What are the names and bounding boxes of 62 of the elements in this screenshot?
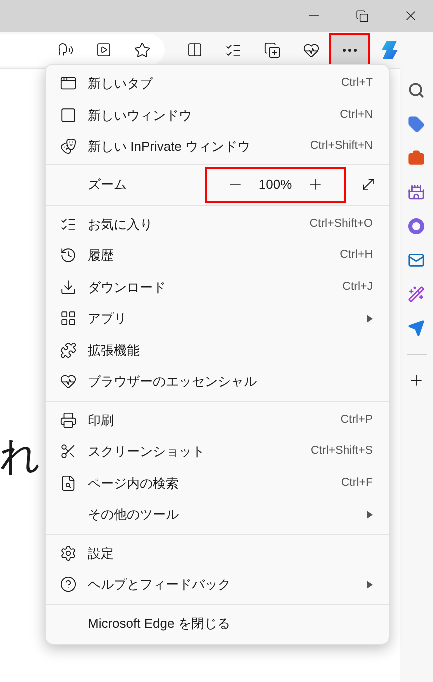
ellipsis-icon <box>342 48 356 52</box>
video-icon[interactable] <box>96 42 112 58</box>
shortcut-text: Ctrl+Shift+S <box>311 444 373 460</box>
collections-icon[interactable] <box>264 42 281 58</box>
send-icon[interactable] <box>408 320 425 337</box>
zoom-in-icon[interactable] <box>307 176 324 193</box>
zoom-label: ズーム <box>88 176 128 194</box>
wand-icon[interactable] <box>408 286 425 303</box>
menu-item[interactable]: 設定 <box>46 538 389 569</box>
heart-pulse-icon[interactable] <box>303 42 320 58</box>
menu-item[interactable]: その他のツール <box>46 499 389 530</box>
address-bar[interactable] <box>0 34 165 66</box>
zoom-value: 100% <box>258 176 292 194</box>
fullscreen-icon[interactable] <box>360 176 377 193</box>
briefcase-icon[interactable] <box>408 150 425 167</box>
menu-item[interactable]: ヘルプとフィードバック <box>46 569 389 600</box>
apps-icon <box>60 310 77 328</box>
scissors-icon <box>60 443 77 460</box>
shortcut-text: Ctrl+H <box>340 248 373 264</box>
window-icon <box>60 106 77 124</box>
shortcut-text: Ctrl+Shift+O <box>310 216 373 232</box>
shortcut-text: Ctrl+N <box>340 108 373 123</box>
menu-item[interactable]: 新しい InPrivate ウィンドウ Ctrl+Shift+N <box>46 131 389 162</box>
more-button[interactable] <box>329 33 370 67</box>
chess-icon[interactable] <box>408 184 425 201</box>
help-icon <box>60 576 77 594</box>
history-icon <box>60 247 77 264</box>
menu-item[interactable]: 印刷 Ctrl+P <box>46 404 389 436</box>
menu-item[interactable]: お気に入り Ctrl+Shift+O <box>46 208 389 240</box>
shortcut-text: Ctrl+T <box>341 76 373 92</box>
shortcut-text: Ctrl+Shift+N <box>310 139 373 154</box>
puzzle-icon <box>60 342 77 359</box>
menu-item[interactable]: ページ内の検索 Ctrl+F <box>46 468 389 499</box>
settings-icon <box>60 544 77 562</box>
shortcut-text: Ctrl+F <box>341 476 373 491</box>
shortcut-text: Ctrl+J <box>342 280 373 295</box>
menu-item[interactable]: ブラウザーのエッセンシャル <box>46 366 389 398</box>
menu-item[interactable]: 履歴 Ctrl+H <box>46 240 389 272</box>
search-icon[interactable] <box>408 82 425 99</box>
menu-item[interactable]: スクリーンショット Ctrl+Shift+S <box>46 436 389 468</box>
add-icon[interactable] <box>408 372 425 389</box>
menu-item[interactable]: 新しいタブ Ctrl+T <box>46 68 389 100</box>
ring-logo-icon[interactable] <box>408 218 425 235</box>
heart-pulse-icon <box>60 373 77 390</box>
read-aloud-icon[interactable] <box>58 42 74 58</box>
find-icon <box>60 474 77 492</box>
menu-item[interactable]: 新しいウィンドウ Ctrl+N <box>46 100 389 131</box>
mail-icon[interactable] <box>408 252 425 269</box>
star-icon[interactable] <box>134 42 151 58</box>
menu-item[interactable]: Microsoft Edge を閉じる <box>46 608 389 639</box>
menu-item[interactable]: ダウンロード Ctrl+J <box>46 272 389 303</box>
download-icon <box>60 278 77 296</box>
tab-icon <box>60 75 77 92</box>
page-heading: れ <box>0 437 41 477</box>
mask-icon <box>60 138 77 156</box>
tag-icon[interactable] <box>408 116 425 133</box>
menu-item[interactable]: 拡張機能 <box>46 334 389 366</box>
menu-item[interactable]: アプリ <box>46 303 389 334</box>
printer-icon <box>60 412 77 429</box>
split-screen-icon[interactable] <box>187 42 203 58</box>
shortcut-text: Ctrl+P <box>340 412 373 428</box>
restore-icon[interactable] <box>356 10 369 22</box>
